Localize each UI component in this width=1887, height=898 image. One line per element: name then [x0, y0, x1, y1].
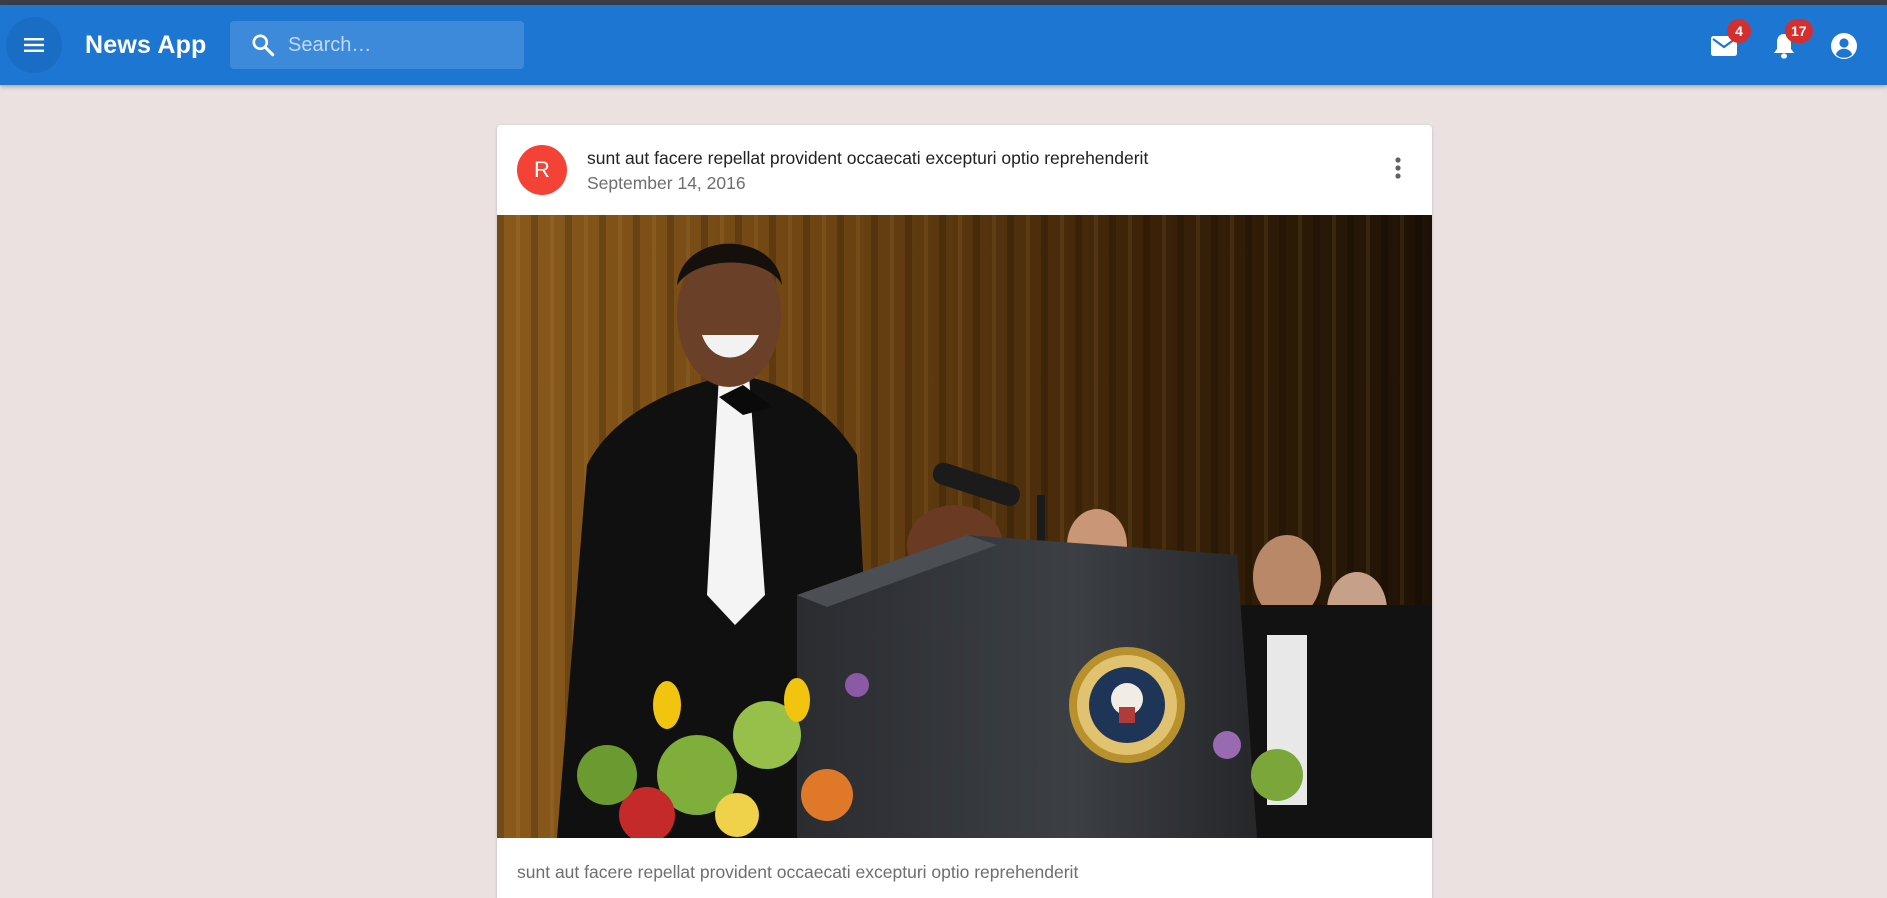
search-icon [252, 34, 275, 57]
app-title: News App [85, 31, 207, 59]
account-button[interactable] [1825, 27, 1863, 65]
more-vert-icon [1395, 157, 1401, 179]
mail-badge: 4 [1727, 19, 1751, 43]
post-date: September 14, 2016 [587, 173, 746, 193]
search-input[interactable] [288, 21, 518, 69]
menu-button[interactable] [6, 17, 62, 73]
post-title: sunt aut facere repellat provident occae… [587, 148, 1149, 168]
post-image [497, 215, 1432, 838]
post-body: sunt aut facere repellat provident occae… [517, 862, 1079, 882]
app-bar: News App 4 17 [0, 5, 1887, 85]
more-options-button[interactable] [1383, 151, 1413, 185]
avatar: R [517, 145, 567, 195]
notifications-badge: 17 [1785, 19, 1813, 43]
search-box[interactable] [230, 21, 524, 69]
hamburger-menu-icon [24, 38, 44, 52]
news-card: R sunt aut facere repellat provident occ… [497, 125, 1432, 898]
account-circle-icon [1831, 33, 1857, 59]
